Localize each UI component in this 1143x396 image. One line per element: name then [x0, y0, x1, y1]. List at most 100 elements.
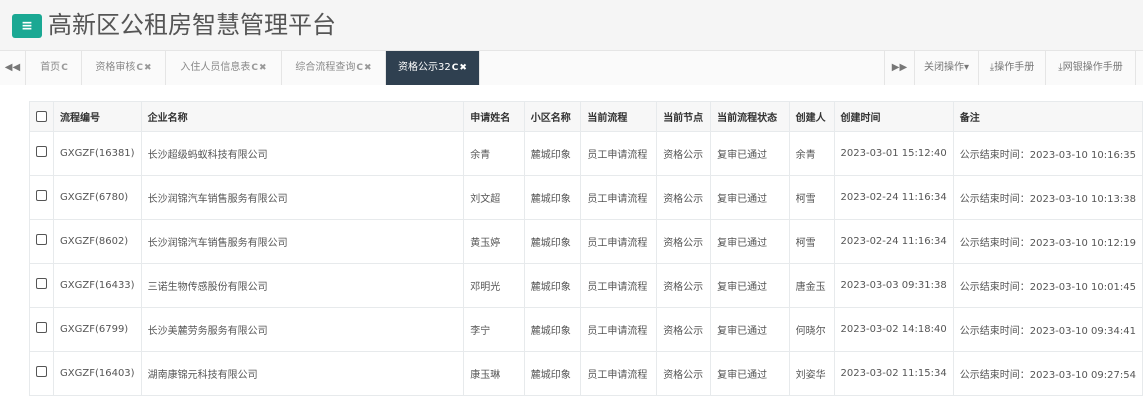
main-content: 流程编号 企业名称 申请姓名 小区名称 当前流程 当前节点 当前流程状态 创建人… [0, 85, 1143, 396]
checkbox-box[interactable] [36, 110, 47, 122]
cell-process-id: GXGZF(8602) [53, 219, 142, 264]
app-header: ≡ 高新区公租房智慧管理平台 [0, 0, 1143, 50]
row-checkbox[interactable] [29, 175, 54, 220]
refresh-icon[interactable]: C [356, 63, 363, 73]
cell-company: 长沙美麓劳务服务有限公司 [140, 307, 465, 352]
col-header[interactable]: 申请姓名 [463, 101, 525, 132]
cell-creator: 柯雪 [788, 175, 835, 220]
select-all-checkbox[interactable] [29, 101, 54, 132]
cell-created-time: 2023-02-24 11:16:34 [833, 175, 954, 220]
close-icon[interactable]: ✖ [364, 63, 372, 73]
data-table: 流程编号 企业名称 申请姓名 小区名称 当前流程 当前节点 当前流程状态 创建人… [29, 101, 1143, 396]
col-header[interactable]: 当前流程 [580, 101, 658, 132]
manual-button[interactable]: ⤓操作手册 [978, 51, 1045, 85]
tab-label: 首页 [40, 62, 61, 73]
cell-creator: 柯雪 [788, 219, 835, 264]
table-header-row: 流程编号 企业名称 申请姓名 小区名称 当前流程 当前节点 当前流程状态 创建人… [29, 101, 1143, 132]
cell-community: 麓城印象 [523, 219, 582, 264]
tab-home[interactable]: 首页C [27, 51, 82, 85]
cell-creator: 余青 [788, 131, 835, 176]
cell-process-status: 复审已通过 [710, 307, 790, 352]
cell-current-node: 资格公示 [656, 131, 712, 176]
cell-process-id: GXGZF(16381) [53, 131, 142, 176]
tab-label: 资格公示32 [398, 62, 451, 73]
close-icon[interactable]: ✖ [459, 63, 467, 73]
col-header[interactable]: 创建时间 [833, 101, 954, 132]
cell-created-time: 2023-03-02 14:18:40 [833, 307, 954, 352]
caret-down-icon: ▾ [963, 62, 970, 73]
cell-community: 麓城印象 [523, 351, 582, 396]
col-header[interactable]: 流程编号 [53, 101, 142, 132]
tab-extra-handle[interactable] [1135, 51, 1143, 85]
checkbox-box[interactable] [36, 278, 47, 289]
cell-company: 三诺生物传感股份有限公司 [140, 263, 465, 308]
row-checkbox[interactable] [29, 131, 54, 176]
cell-current-process: 员工申请流程 [580, 175, 658, 220]
app-title: 高新区公租房智慧管理平台 [48, 11, 336, 39]
refresh-icon[interactable]: C [251, 63, 258, 73]
close-operations-dropdown[interactable]: 关闭操作▾ [914, 51, 978, 85]
cell-created-time: 2023-02-24 11:16:34 [833, 219, 954, 264]
table-row[interactable]: GXGZF(8602) 长沙润锦汽车销售服务有限公司 黄玉婷 麓城印象 员工申请… [29, 219, 1143, 264]
close-icon[interactable]: ✖ [259, 63, 267, 73]
cell-community: 麓城印象 [523, 131, 582, 176]
tab-process-query[interactable]: 综合流程查询C✖ [282, 51, 386, 85]
row-checkbox[interactable] [29, 307, 54, 352]
row-checkbox[interactable] [29, 263, 54, 308]
col-header[interactable]: 创建人 [788, 101, 835, 132]
table-row[interactable]: GXGZF(6780) 长沙润锦汽车销售服务有限公司 刘文超 麓城印象 员工申请… [29, 175, 1143, 220]
tab-label: 综合流程查询 [295, 62, 356, 73]
cell-creator: 刘姿华 [788, 351, 835, 396]
bars-icon[interactable]: ≡ [12, 14, 42, 38]
cell-process-id: GXGZF(16433) [53, 263, 142, 308]
cell-process-status: 复审已通过 [710, 351, 790, 396]
col-header[interactable]: 当前节点 [656, 101, 712, 132]
cell-creator: 何晓尔 [788, 307, 835, 352]
row-checkbox[interactable] [29, 219, 54, 264]
cell-created-time: 2023-03-03 09:31:38 [833, 263, 954, 308]
col-header[interactable]: 备注 [952, 101, 1143, 132]
refresh-icon[interactable]: C [452, 63, 459, 73]
cell-created-time: 2023-03-02 11:15:34 [833, 351, 954, 396]
cell-current-node: 资格公示 [656, 175, 712, 220]
cell-community: 麓城印象 [523, 175, 582, 220]
cell-process-id: GXGZF(6799) [53, 307, 142, 352]
cell-applicant: 李宁 [463, 307, 525, 352]
checkbox-box[interactable] [36, 322, 47, 333]
cell-current-node: 资格公示 [656, 263, 712, 308]
refresh-icon[interactable]: C [136, 63, 143, 73]
tab-prev-icon[interactable]: ◀◀ [0, 51, 26, 85]
checkbox-box[interactable] [36, 366, 47, 377]
tab-qualification-review[interactable]: 资格审核C✖ [82, 51, 166, 85]
cell-applicant: 康玉琳 [463, 351, 525, 396]
net-manual-button[interactable]: ⤓网银操作手册 [1045, 51, 1135, 85]
table-row[interactable]: GXGZF(16433) 三诺生物传感股份有限公司 邓明光 麓城印象 员工申请流… [29, 263, 1143, 308]
tab-resident-info[interactable]: 入住人员信息表C✖ [166, 51, 282, 85]
table-row[interactable]: GXGZF(16403) 湖南康锦元科技有限公司 康玉琳 麓城印象 员工申请流程… [29, 351, 1143, 396]
col-header[interactable]: 小区名称 [523, 101, 582, 132]
net-manual-label: 网银操作手册 [1062, 62, 1123, 73]
row-checkbox[interactable] [29, 351, 54, 396]
tab-next-icon[interactable]: ▶▶ [884, 51, 914, 85]
cell-current-process: 员工申请流程 [580, 351, 658, 396]
checkbox-box[interactable] [36, 234, 47, 245]
col-header[interactable]: 企业名称 [140, 101, 465, 132]
cell-remark: 公示结束时间：2023-03-10 10:12:19 [952, 219, 1143, 264]
cell-current-node: 资格公示 [656, 307, 712, 352]
tab-qualification-notice[interactable]: 资格公示32C✖ [386, 51, 480, 85]
cell-remark: 公示结束时间：2023-03-10 10:13:38 [952, 175, 1143, 220]
cell-community: 麓城印象 [523, 307, 582, 352]
cell-company: 湖南康锦元科技有限公司 [140, 351, 465, 396]
checkbox-box[interactable] [36, 190, 47, 201]
cell-creator: 唐金玉 [788, 263, 835, 308]
checkbox-box[interactable] [36, 146, 47, 157]
cell-applicant: 黄玉婷 [463, 219, 525, 264]
col-header[interactable]: 当前流程状态 [710, 101, 790, 132]
cell-current-process: 员工申请流程 [580, 307, 658, 352]
close-icon[interactable]: ✖ [144, 63, 152, 73]
table-row[interactable]: GXGZF(6799) 长沙美麓劳务服务有限公司 李宁 麓城印象 员工申请流程 … [29, 307, 1143, 352]
refresh-icon[interactable]: C [61, 63, 68, 73]
cell-process-status: 复审已通过 [710, 175, 790, 220]
table-row[interactable]: GXGZF(16381) 长沙超级蚂蚁科技有限公司 余青 麓城印象 员工申请流程… [29, 131, 1143, 176]
cell-current-process: 员工申请流程 [580, 131, 658, 176]
